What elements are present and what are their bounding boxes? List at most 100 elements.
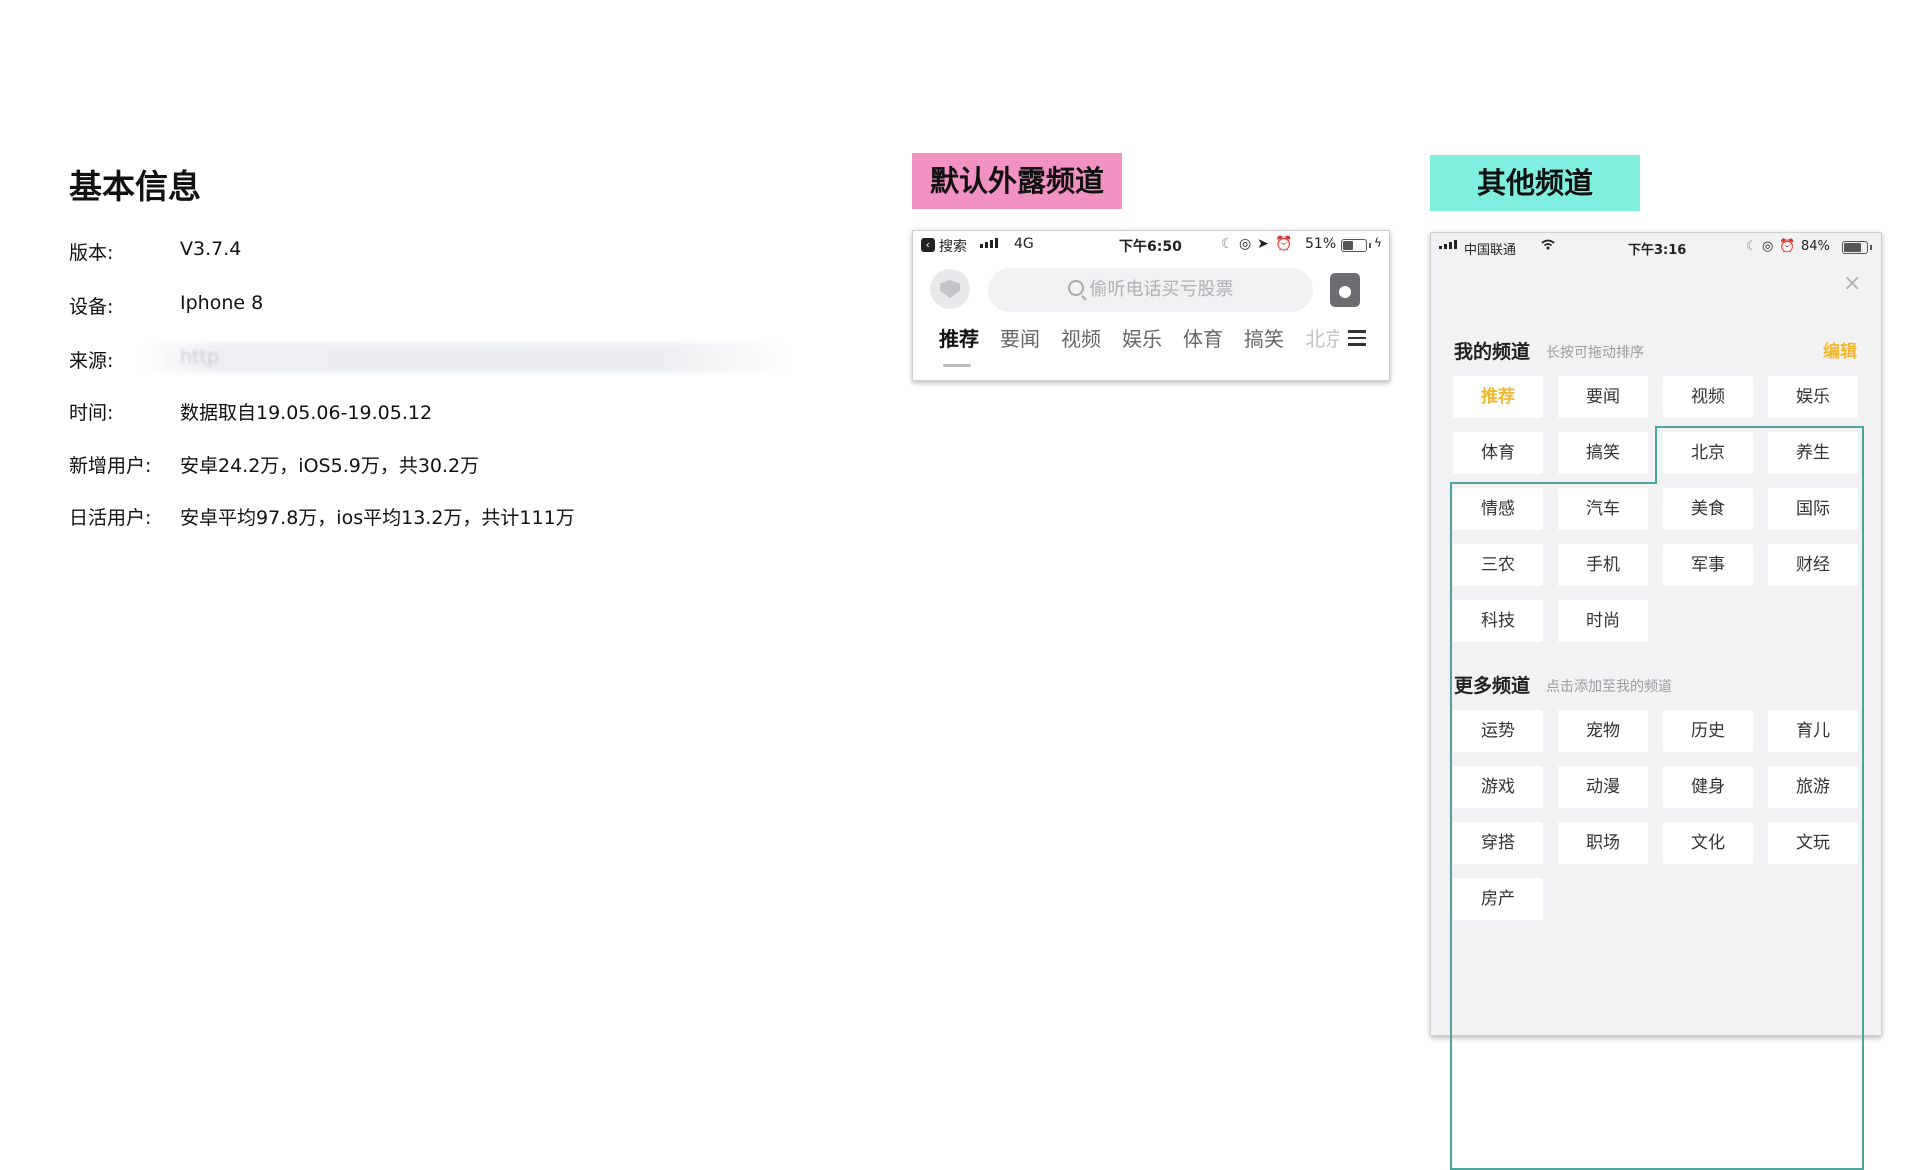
- my-channel-chip[interactable]: 时尚: [1558, 600, 1648, 642]
- back-label[interactable]: 搜索: [939, 236, 967, 256]
- network-type: 4G: [1014, 236, 1034, 252]
- alarm-icon: ⏰: [1275, 236, 1293, 252]
- my-channel-chip[interactable]: 养生: [1768, 432, 1858, 474]
- my-channel-chip[interactable]: 财经: [1768, 544, 1858, 586]
- more-channel-chip[interactable]: 文玩: [1768, 822, 1858, 864]
- more-channel-chip[interactable]: 旅游: [1768, 766, 1858, 808]
- gift-icon[interactable]: [1330, 273, 1360, 307]
- new-users-value: 安卓24.2万，iOS5.9万，共30.2万: [180, 455, 480, 477]
- device-label: 设备:: [69, 296, 114, 318]
- info-title: 基本信息: [69, 167, 201, 206]
- more-channel-chip[interactable]: 职场: [1558, 822, 1648, 864]
- annotation-outline-mid: [1450, 482, 1657, 484]
- new-users-label: 新增用户:: [69, 455, 152, 477]
- time-label: 时间:: [69, 402, 114, 424]
- more-channel-chip[interactable]: 育儿: [1768, 710, 1858, 752]
- wifi-icon: [1541, 239, 1555, 254]
- version-label: 版本:: [69, 242, 114, 264]
- annotation-outline-step: [1655, 426, 1657, 482]
- lock-rotation-icon: ◎: [1239, 236, 1252, 252]
- version-value: V3.7.4: [180, 238, 242, 260]
- phone-screenshot-channels: 中国联通 下午3:16 ☾ ◎ ⏰ 84% × 我的频道 长按可拖动排序 编辑 …: [1430, 232, 1882, 1170]
- my-channel-chip[interactable]: 科技: [1453, 600, 1543, 642]
- battery-level: [1844, 243, 1861, 252]
- source-redaction: [135, 343, 795, 373]
- annotation-outline-left: [1450, 482, 1452, 1170]
- my-channel-chip[interactable]: 北京: [1663, 432, 1753, 474]
- menu-icon[interactable]: [1348, 330, 1366, 346]
- my-channel-chip[interactable]: 汽车: [1558, 488, 1648, 530]
- battery-level: [1343, 241, 1354, 250]
- lock-rotation-icon: ◎: [1762, 239, 1774, 254]
- other-channels-label: 其他频道: [1430, 155, 1640, 211]
- back-icon[interactable]: ‹: [921, 236, 935, 252]
- time-value: 数据取自19.05.06-19.05.12: [180, 402, 433, 424]
- signal-icon: [980, 238, 998, 248]
- dau-value: 安卓平均97.8万，ios平均13.2万，共计111万: [180, 507, 575, 529]
- more-channel-chip[interactable]: 健身: [1663, 766, 1753, 808]
- moon-icon: ☾: [1746, 239, 1758, 254]
- my-channels-hint: 长按可拖动排序: [1546, 345, 1644, 361]
- my-channels-title: 我的频道: [1454, 341, 1531, 363]
- default-channels-label: 默认外露频道: [912, 153, 1122, 209]
- my-channel-chip[interactable]: 要闻: [1558, 376, 1648, 418]
- channel-tab-bar: 推荐 要闻 视频 娱乐 体育 搞笑 北京: [913, 323, 1389, 363]
- device-value: Iphone 8: [180, 292, 264, 314]
- more-channel-chip[interactable]: 宠物: [1558, 710, 1648, 752]
- tab-funny[interactable]: 搞笑: [1244, 323, 1284, 352]
- annotation-outline-right: [1862, 426, 1864, 1170]
- more-channels-title: 更多频道: [1454, 675, 1531, 697]
- carrier-name: 中国联通: [1464, 243, 1517, 258]
- dau-label: 日活用户:: [69, 507, 152, 529]
- phone-screenshot-default: ‹ 搜索 4G 下午6:50 ☾ ◎ ➤ ⏰ 51% ϟ 偷听电话买亏股票 推荐…: [912, 230, 1390, 381]
- status-bar: 中国联通 下午3:16 ☾ ◎ ⏰ 84%: [1431, 233, 1881, 258]
- location-icon: ➤: [1257, 236, 1269, 252]
- battery-icon: [1341, 239, 1371, 252]
- more-channel-chip[interactable]: 游戏: [1453, 766, 1543, 808]
- source-value: http: [180, 346, 220, 368]
- signal-icon: [1439, 240, 1457, 249]
- status-bar: ‹ 搜索 4G 下午6:50 ☾ ◎ ➤ ⏰ 51% ϟ: [913, 231, 1389, 255]
- status-time: 下午6:50: [1119, 239, 1182, 255]
- edit-button[interactable]: 编辑: [1823, 337, 1857, 362]
- more-channel-chip[interactable]: 房产: [1453, 878, 1543, 920]
- more-channel-chip[interactable]: 动漫: [1558, 766, 1648, 808]
- status-time: 下午3:16: [1628, 243, 1687, 258]
- source-label: 来源:: [69, 350, 114, 372]
- my-channel-chip[interactable]: 国际: [1768, 488, 1858, 530]
- more-channel-chip[interactable]: 运势: [1453, 710, 1543, 752]
- my-channel-chip[interactable]: 美食: [1663, 488, 1753, 530]
- tab-news[interactable]: 要闻: [1000, 323, 1040, 352]
- more-channel-chip[interactable]: 穿搭: [1453, 822, 1543, 864]
- my-channel-chip[interactable]: 军事: [1663, 544, 1753, 586]
- battery-percent: 51%: [1305, 236, 1337, 252]
- tab-video[interactable]: 视频: [1061, 323, 1101, 352]
- my-channel-chip[interactable]: 三农: [1453, 544, 1543, 586]
- battery-icon: [1842, 241, 1872, 254]
- active-tab-indicator: [943, 364, 971, 367]
- more-channel-chip[interactable]: 历史: [1663, 710, 1753, 752]
- my-channel-chip[interactable]: 视频: [1663, 376, 1753, 418]
- tab-sports[interactable]: 体育: [1183, 323, 1223, 352]
- tab-entertainment[interactable]: 娱乐: [1122, 323, 1162, 352]
- my-channel-chip[interactable]: 推荐: [1453, 376, 1543, 418]
- my-channel-chip[interactable]: 情感: [1453, 488, 1543, 530]
- more-channel-chip[interactable]: 文化: [1663, 822, 1753, 864]
- tab-recommend[interactable]: 推荐: [939, 323, 979, 352]
- search-placeholder: 偷听电话买亏股票: [1089, 279, 1234, 300]
- moon-icon: ☾: [1221, 236, 1234, 252]
- battery-percent: 84%: [1801, 239, 1830, 254]
- my-channel-chip[interactable]: 体育: [1453, 432, 1543, 474]
- alarm-icon: ⏰: [1779, 239, 1796, 254]
- my-channel-chip[interactable]: 搞笑: [1558, 432, 1648, 474]
- avatar-icon[interactable]: [930, 269, 970, 309]
- more-channels-hint: 点击添加至我的频道: [1546, 679, 1672, 695]
- close-icon[interactable]: ×: [1843, 271, 1861, 296]
- annotation-outline-top: [1655, 426, 1862, 428]
- tab-beijing[interactable]: 北京: [1305, 323, 1339, 352]
- my-channel-chip[interactable]: 手机: [1558, 544, 1648, 586]
- my-channel-chip[interactable]: 娱乐: [1768, 376, 1858, 418]
- search-icon: [1067, 280, 1084, 296]
- charging-icon: ϟ: [1374, 236, 1382, 250]
- search-input[interactable]: 偷听电话买亏股票: [988, 268, 1313, 312]
